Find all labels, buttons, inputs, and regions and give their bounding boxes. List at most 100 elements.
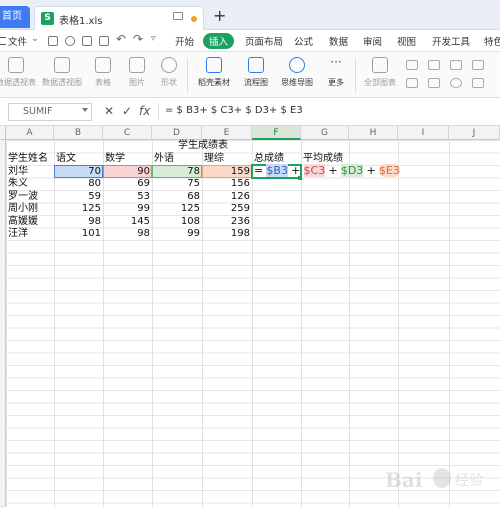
tab-page-layout[interactable]: 页面布局 [245,34,283,48]
cell-chinese[interactable]: 125 [54,203,103,215]
tab-review[interactable]: 审阅 [363,34,382,48]
cell-chinese[interactable]: 70 [54,166,103,178]
in-cell-formula-editor[interactable]: = $B3 + $C3 + $D3 + $E3 [254,164,400,177]
home-tab[interactable]: 首页 [0,6,30,28]
cell-math[interactable]: 99 [103,203,152,215]
column-header-f[interactable]: F [252,126,301,140]
cell-chinese[interactable]: 101 [54,228,103,240]
donut-chart-icon[interactable] [450,78,462,88]
save-icon[interactable] [48,36,58,46]
redo-icon[interactable]: ↷ [133,32,143,46]
undo-icon[interactable]: ↶ [116,32,126,46]
cell-math[interactable]: 90 [103,166,152,178]
cell-chinese[interactable]: 59 [54,191,103,203]
tab-special[interactable]: 特色 [484,34,500,48]
print-icon[interactable] [82,36,92,46]
menu-bar: 文件 ⌄ ↶ ↷ ▿ 开始 插入 页面布局 公式 数据 审阅 视图 开发工具 特… [0,30,500,52]
ribbon-separator [187,58,188,92]
gridline [398,140,399,507]
cell-name[interactable]: 罗一波 [8,191,38,203]
cell-science[interactable]: 126 [202,191,252,203]
confirm-icon[interactable]: ✓ [122,104,132,118]
mind-map-button[interactable]: 思维导图 [274,57,320,95]
monitor-icon[interactable] [173,12,183,20]
column-header-g[interactable]: G [301,126,349,140]
shape-button[interactable]: 形状 [150,57,188,95]
tab-data[interactable]: 数据 [329,34,348,48]
insert-function-icon[interactable]: fx [139,104,150,118]
header-cell-math[interactable]: 数学 [105,153,125,165]
cell-english[interactable]: 125 [152,203,202,215]
cell-name[interactable]: 朱义 [8,178,28,190]
cell-science[interactable]: 198 [202,228,252,240]
tab-developer[interactable]: 开发工具 [432,34,470,48]
cell-science[interactable]: 156 [202,178,252,190]
cell-english[interactable]: 99 [152,228,202,240]
column-header-i[interactable]: I [398,126,449,140]
pie-chart-icon[interactable] [450,60,462,70]
cell-english[interactable]: 78 [152,166,202,178]
header-cell-chinese[interactable]: 语文 [56,153,76,165]
cell-english[interactable]: 68 [152,191,202,203]
cell-math[interactable]: 145 [103,216,152,228]
cell-math[interactable]: 69 [103,178,152,190]
cell-chinese[interactable]: 80 [54,178,103,190]
more-button[interactable]: ··· 更多 [318,56,354,95]
cell-math[interactable]: 53 [103,191,152,203]
formula-input[interactable]: = $ B3+ $ C3+ $ D3+ $ E3 [158,103,498,121]
radar-chart-icon[interactable] [472,78,484,88]
cell-name[interactable]: 汪洋 [8,228,28,240]
customize-toolbar-icon[interactable]: ▿ [151,33,156,44]
name-box[interactable]: SUMIF [8,103,92,121]
scatter-chart-icon[interactable] [428,78,440,88]
pivot-table-button[interactable]: 数据透视表 [0,57,38,95]
sheet-title-cell[interactable]: 学生成绩表 [178,140,228,152]
cell-science[interactable]: 236 [202,216,252,228]
header-cell-science[interactable]: 理综 [204,153,224,165]
pivot-chart-button[interactable]: 数据透视图 [40,57,84,95]
line-chart-icon[interactable] [428,60,440,70]
column-chart-icon[interactable] [406,60,418,70]
all-charts-button[interactable]: 全部图表 [358,57,402,95]
column-header-e[interactable]: E [202,126,252,140]
menu-hamburger-icon[interactable] [0,37,6,45]
tab-view[interactable]: 视图 [397,34,416,48]
cell-math[interactable]: 98 [103,228,152,240]
flowchart-button[interactable]: 流程图 [236,57,276,95]
table-button[interactable]: 表格 [84,57,122,95]
cell-science[interactable]: 259 [202,203,252,215]
docer-material-button[interactable]: 稻壳素材 [192,57,236,95]
chevron-down-icon[interactable]: ⌄ [31,33,39,44]
print-preview-icon[interactable] [99,36,109,46]
spreadsheet-grid[interactable]: A B C D E F G H I J 学生成绩表 学生姓名 语文 数学 外语 … [0,126,500,507]
tab-home[interactable]: 开始 [175,34,194,48]
add-tab-button[interactable]: + [213,6,226,26]
cell-english[interactable]: 75 [152,178,202,190]
column-header-d[interactable]: D [152,126,202,140]
pivot-chart-icon [54,57,70,73]
cell-name[interactable]: 高媛媛 [8,216,38,228]
column-header-a[interactable]: A [6,126,54,140]
cell-science[interactable]: 159 [202,166,252,178]
header-cell-english[interactable]: 外语 [154,153,174,165]
column-header-b[interactable]: B [54,126,103,140]
title-bar: 首页 S 表格1.xls + [0,0,500,30]
export-pdf-icon[interactable] [65,36,75,46]
formula-plus: + [366,164,376,177]
cancel-icon[interactable]: ✕ [104,104,114,118]
chevron-down-icon[interactable] [82,108,88,112]
file-menu[interactable]: 文件 [8,34,27,48]
bar-chart-icon[interactable] [472,60,484,70]
column-header-c[interactable]: C [103,126,152,140]
column-header-j[interactable]: J [449,126,500,140]
tab-formulas[interactable]: 公式 [294,34,313,48]
cell-name[interactable]: 周小刚 [8,203,38,215]
header-cell-name[interactable]: 学生姓名 [8,153,48,165]
cell-name[interactable]: 刘华 [8,166,28,178]
area-chart-icon[interactable] [406,78,418,88]
column-header-h[interactable]: H [349,126,398,140]
tab-insert[interactable]: 插入 [203,33,235,49]
file-tab[interactable]: S 表格1.xls [34,6,204,30]
cell-chinese[interactable]: 98 [54,216,103,228]
cell-english[interactable]: 108 [152,216,202,228]
